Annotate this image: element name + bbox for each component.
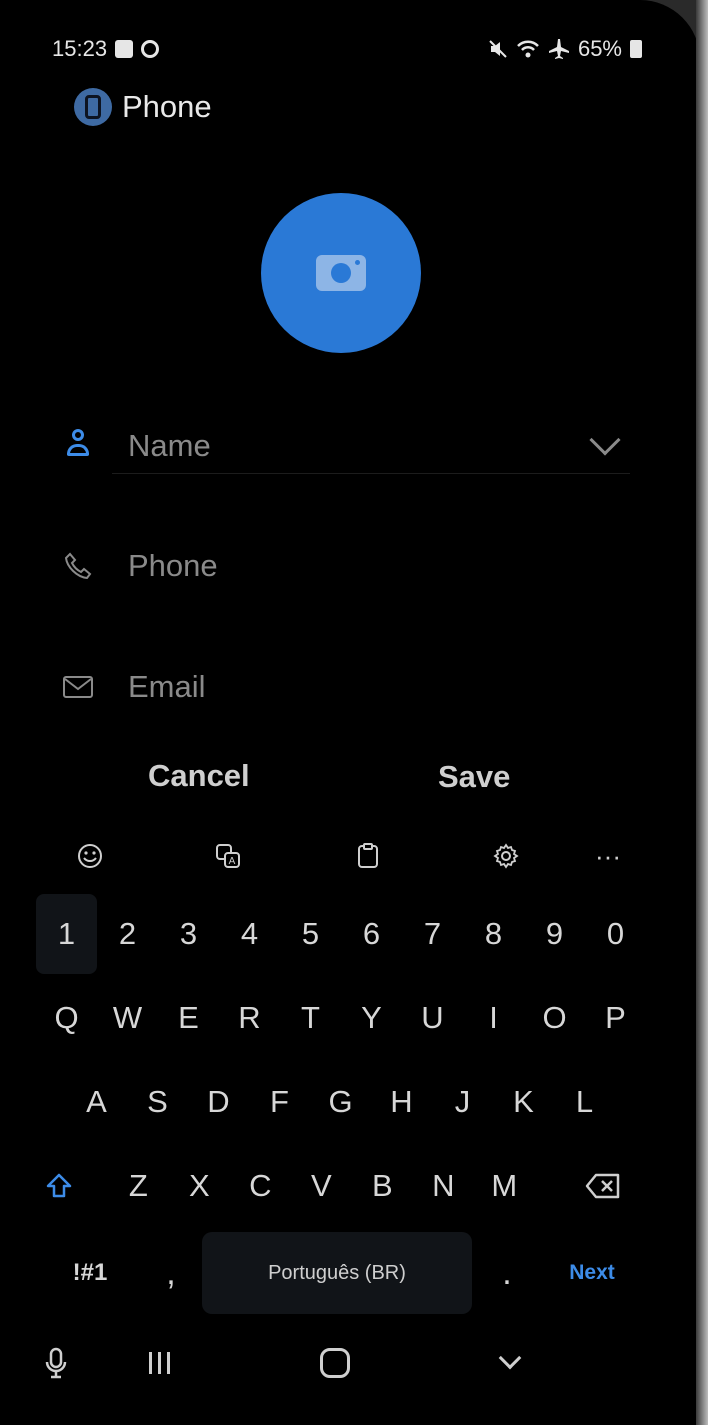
key[interactable]: J (432, 1060, 493, 1144)
cancel-button[interactable]: Cancel (148, 758, 250, 794)
symbols-key[interactable]: !#1 (40, 1232, 140, 1314)
email-field[interactable]: Email (60, 667, 206, 707)
key[interactable]: O (524, 976, 585, 1060)
key[interactable]: G (310, 1060, 371, 1144)
hide-keyboard-icon[interactable] (488, 1335, 532, 1391)
name-field[interactable]: Name (112, 418, 630, 474)
key[interactable]: 0 (585, 894, 646, 974)
battery-percent: 65% (577, 36, 622, 61)
key[interactable]: 4 (219, 894, 280, 974)
status-left: 15:23 (52, 36, 160, 62)
keyboard-number-row: 1234567890 (10, 894, 654, 974)
airplane-icon (548, 39, 569, 59)
status-time: 15:23 (52, 36, 108, 61)
key[interactable]: 8 (463, 894, 524, 974)
key[interactable]: K (493, 1060, 554, 1144)
recents-icon[interactable] (137, 1335, 181, 1391)
app-header: Phone (74, 88, 212, 126)
key[interactable]: P (585, 976, 646, 1060)
shift-key[interactable] (10, 1144, 108, 1228)
key[interactable]: X (169, 1144, 230, 1228)
key[interactable]: N (413, 1144, 474, 1228)
key[interactable]: 3 (158, 894, 219, 974)
phone-app-icon (74, 88, 112, 126)
key[interactable]: W (97, 976, 158, 1060)
email-placeholder: Email (128, 669, 206, 704)
status-bar: 15:23 65% (52, 34, 642, 64)
device-bezel (696, 0, 708, 1425)
keyboard: 1234567890 QWERTYUIOP ASDFGHJKL ZXCVBNM … (10, 892, 654, 1326)
keyboard-toolbar: A ··· (66, 826, 646, 884)
key[interactable]: 5 (280, 894, 341, 974)
camera-icon (316, 255, 366, 291)
key[interactable]: T (280, 976, 341, 1060)
key[interactable]: 2 (97, 894, 158, 974)
clipboard-icon[interactable] (346, 834, 390, 878)
wifi-icon (517, 40, 539, 58)
key[interactable]: F (249, 1060, 310, 1144)
space-key[interactable]: Português (BR) (202, 1232, 472, 1314)
key[interactable]: L (554, 1060, 615, 1144)
key[interactable]: 9 (524, 894, 585, 974)
mute-icon (489, 40, 507, 58)
key[interactable]: M (474, 1144, 535, 1228)
keyboard-row-3: ZXCVBNM (10, 1144, 654, 1228)
key[interactable]: Y (341, 976, 402, 1060)
app-title: Phone (122, 89, 212, 124)
contact-photo-button[interactable] (261, 193, 421, 353)
key[interactable]: S (127, 1060, 188, 1144)
key[interactable]: Z (108, 1144, 169, 1228)
key[interactable]: E (158, 976, 219, 1060)
key[interactable]: Q (36, 976, 97, 1060)
comma-key[interactable]: , (140, 1232, 202, 1314)
status-right: 65% (488, 36, 642, 62)
key[interactable]: I (463, 976, 524, 1060)
key[interactable]: U (402, 976, 463, 1060)
notification-box-icon (115, 40, 134, 58)
home-icon[interactable] (313, 1335, 357, 1391)
keyboard-row-2: ASDFGHJKL (10, 1060, 654, 1144)
key[interactable]: D (188, 1060, 249, 1144)
navigation-bar (0, 1335, 700, 1395)
key[interactable]: H (371, 1060, 432, 1144)
keyboard-row-4: !#1 , Português (BR) . Next (10, 1232, 654, 1314)
phone-screen: 15:23 65% Phone Name Phone Email Cancel … (0, 0, 700, 1425)
save-button[interactable]: Save (438, 759, 510, 795)
period-key[interactable]: . (472, 1232, 542, 1314)
key[interactable]: 6 (341, 894, 402, 974)
key[interactable]: 7 (402, 894, 463, 974)
svg-text:A: A (229, 856, 236, 867)
phone-field[interactable]: Phone (60, 546, 218, 586)
emoji-icon[interactable] (68, 834, 112, 878)
key[interactable]: 1 (36, 894, 97, 974)
name-row (60, 424, 96, 464)
next-key[interactable]: Next (542, 1232, 642, 1314)
more-icon[interactable]: ··· (586, 834, 630, 878)
key[interactable]: B (352, 1144, 413, 1228)
person-icon (60, 424, 96, 464)
name-placeholder: Name (128, 427, 211, 463)
mic-icon[interactable] (34, 1335, 78, 1391)
settings-icon[interactable] (484, 834, 528, 878)
keyboard-row-1: QWERTYUIOP (10, 976, 654, 1060)
battery-icon (630, 40, 642, 58)
phone-placeholder: Phone (128, 548, 218, 583)
key[interactable]: A (66, 1060, 127, 1144)
key[interactable]: V (291, 1144, 352, 1228)
key[interactable]: R (219, 976, 280, 1060)
backspace-key[interactable] (553, 1144, 654, 1228)
email-icon (60, 667, 96, 707)
chevron-down-icon[interactable] (589, 423, 621, 456)
key[interactable]: C (230, 1144, 291, 1228)
notification-circle-icon (141, 40, 160, 58)
translate-icon[interactable]: A (206, 834, 250, 878)
phone-icon (60, 546, 96, 586)
